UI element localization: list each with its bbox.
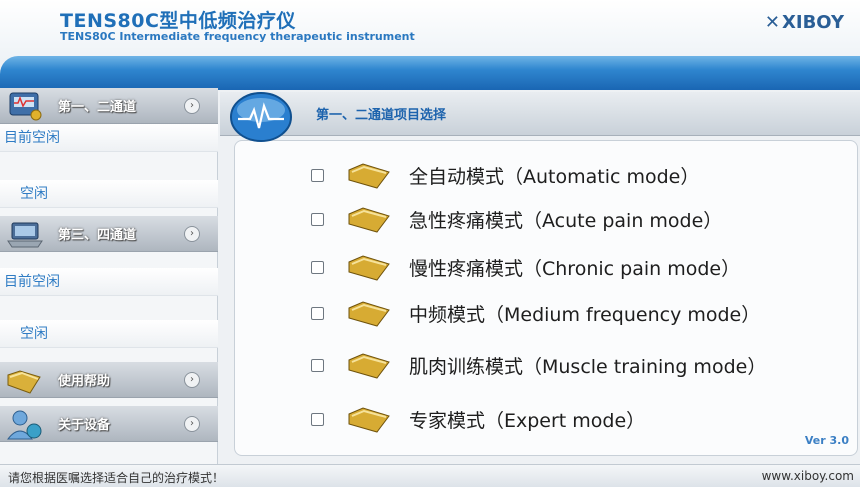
mode-label: 慢性疼痛模式（Chronic pain mode） [409,257,741,280]
version-label: Ver 3.0 [804,434,849,447]
channel-3-4-state: 空闲 [0,320,218,348]
mode-checkbox[interactable] [311,212,324,226]
folder-icon [348,163,390,189]
chevron-right-icon: › [184,371,200,388]
mode-checkbox[interactable] [311,358,324,372]
mode-option-muscle-training[interactable]: 肌肉训练模式（Muscle training mode） [235,345,855,385]
brand-name: XIBOY [782,12,844,33]
sidebar-item-channel-1-2[interactable]: 第一、二通道 › [0,88,218,124]
heartbeat-icon [230,92,292,142]
brand-mark-icon: ✕ [764,12,780,33]
app-subtitle: TENS80C Intermediate frequency therapeut… [60,30,415,43]
folder-help-icon [7,369,41,394]
chevron-right-icon: › [184,415,200,432]
page-title: 第一、二通道项目选择 [316,108,447,123]
laptop-device-icon [7,222,43,247]
folder-icon [348,207,390,233]
status-bar: 请您根据医嘱选择适合自己的治疗模式！ www.xiboy.com [0,464,860,487]
brand-logo: ✕ XIBOY [765,12,844,33]
mode-label: 肌肉训练模式（Muscle training mode） [409,355,767,378]
mode-label: 中频模式（Medium frequency mode） [409,303,761,326]
mode-label: 急性疼痛模式（Acute pain mode） [409,209,723,232]
sidebar-item-label: 关于设备 [58,418,111,433]
sidebar-item-help[interactable]: 使用帮助 › [0,362,218,398]
channel-1-2-state: 空闲 [0,180,218,208]
channel-1-2-status: 目前空闲 [0,124,218,152]
sidebar-item-label: 第一、二通道 [58,100,137,115]
sidebar-item-channel-3-4[interactable]: 第三、四通道 › [0,216,218,252]
mode-selection-panel: 全自动模式（Automatic mode） 急性疼痛模式（Acute pain … [234,140,858,456]
mode-option-acute-pain[interactable]: 急性疼痛模式（Acute pain mode） [235,199,855,239]
sidebar-item-about[interactable]: 关于设备 › [0,406,218,442]
app-title: TENS80C型中低频治疗仪 [60,10,296,32]
mode-label: 全自动模式（Automatic mode） [409,165,700,188]
footer-hint: 请您根据医嘱选择适合自己的治疗模式！ [8,471,225,485]
mode-label: 专家模式（Expert mode） [409,409,646,432]
chevron-right-icon: › [184,97,200,114]
chevron-right-icon: › [184,225,200,242]
app-header: TENS80C型中低频治疗仪 TENS80C Intermediate freq… [0,0,860,60]
folder-icon [348,353,390,379]
therapy-device-icon [9,92,42,120]
folder-icon [348,255,390,281]
main-panel-header: 第一、二通道项目选择 [220,92,860,136]
channel-3-4-status: 目前空闲 [0,268,218,296]
mode-checkbox[interactable] [311,412,324,426]
sidebar-item-label: 使用帮助 [58,374,111,389]
mode-checkbox[interactable] [311,168,324,182]
header-band [0,56,860,90]
sidebar-item-label: 第三、四通道 [58,228,137,243]
folder-icon [348,407,390,433]
mode-option-chronic-pain[interactable]: 慢性疼痛模式（Chronic pain mode） [235,247,855,287]
sidebar: 第一、二通道 › 目前空闲 空闲 第三、四通道 › 目前空闲 空闲 使用帮助 ›… [0,88,218,464]
mode-option-automatic[interactable]: 全自动模式（Automatic mode） [235,155,855,195]
footer-url: www.xiboy.com [761,469,854,483]
user-info-icon [6,410,42,439]
mode-option-expert[interactable]: 专家模式（Expert mode） [235,399,855,439]
mode-checkbox[interactable] [311,306,324,320]
folder-icon [348,301,390,327]
mode-option-medium-frequency[interactable]: 中频模式（Medium frequency mode） [235,293,855,333]
mode-checkbox[interactable] [311,260,324,274]
